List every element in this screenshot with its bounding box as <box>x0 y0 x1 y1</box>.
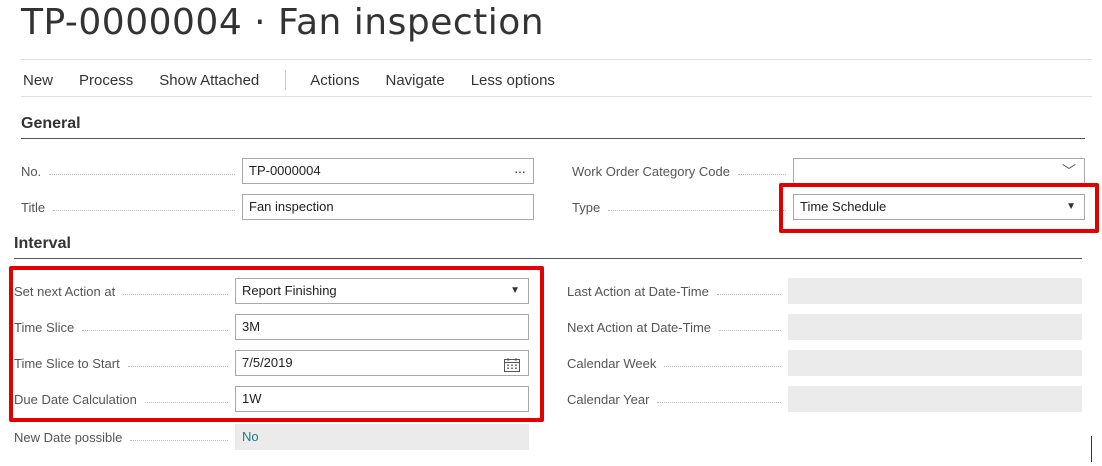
category-field[interactable]: ﹀ <box>793 158 1085 184</box>
calendar-year-label: Calendar Year <box>567 386 789 414</box>
page-title: TP-0000004 · Fan inspection <box>21 2 545 43</box>
interval-section-heading[interactable]: Interval <box>14 235 71 253</box>
category-label: Work Order Category Code <box>572 158 794 186</box>
show-attached-action[interactable]: Show Attached <box>159 72 259 89</box>
last-action-row: Last Action at Date-Time <box>555 278 1085 306</box>
general-section-line <box>21 138 1085 139</box>
new-date-value: No <box>235 424 529 450</box>
new-date-label: New Date possible <box>14 424 236 452</box>
new-date-row: New Date possible No <box>0 424 540 452</box>
next-action-label: Next Action at Date-Time <box>567 314 789 342</box>
navigate-menu[interactable]: Navigate <box>385 72 444 89</box>
calendar-week-value <box>788 350 1082 376</box>
next-action-row: Next Action at Date-Time <box>555 314 1085 342</box>
calendar-year-row: Calendar Year <box>555 386 1085 414</box>
category-row: Work Order Category Code ﹀ <box>560 158 1090 186</box>
actions-menu[interactable]: Actions <box>310 72 359 89</box>
last-action-label: Last Action at Date-Time <box>567 278 789 306</box>
title-row: Title Fan inspection <box>0 194 540 222</box>
action-separator <box>285 70 287 90</box>
type-highlight-box <box>779 183 1099 233</box>
text-cursor <box>1091 436 1092 462</box>
calendar-year-value <box>788 386 1082 412</box>
calendar-week-row: Calendar Week <box>555 350 1085 378</box>
no-label: No. <box>21 158 243 186</box>
next-action-value <box>788 314 1082 340</box>
interval-highlight-box <box>9 266 544 422</box>
type-label: Type <box>572 194 794 222</box>
no-row: No. TP-0000004 ··· <box>0 158 540 186</box>
less-options-action[interactable]: Less options <box>471 72 555 89</box>
actionbar-divider <box>21 96 1092 97</box>
no-field[interactable]: TP-0000004 ··· <box>242 158 534 184</box>
title-label: Title <box>21 194 243 222</box>
title-divider <box>21 59 1092 60</box>
title-field[interactable]: Fan inspection <box>242 194 534 220</box>
last-action-value <box>788 278 1082 304</box>
interval-section-line <box>14 258 1082 259</box>
lookup-ellipsis-icon[interactable]: ··· <box>514 159 526 183</box>
action-bar: New Process Show Attached Actions Naviga… <box>23 69 581 91</box>
general-section-heading[interactable]: General <box>21 115 81 133</box>
calendar-week-label: Calendar Week <box>567 350 789 378</box>
process-action[interactable]: Process <box>79 72 133 89</box>
new-action[interactable]: New <box>23 72 53 89</box>
chevron-down-icon[interactable]: ﹀ <box>1062 159 1076 183</box>
